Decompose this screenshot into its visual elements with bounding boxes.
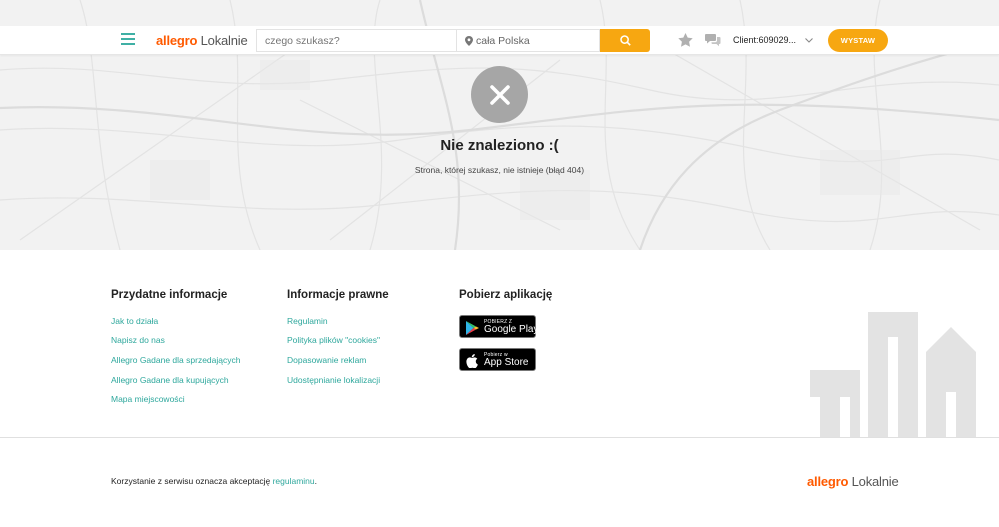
logo-allegro-text: allegro: [156, 33, 198, 48]
star-icon[interactable]: [678, 33, 693, 47]
app-store-big-text: App Store: [484, 357, 529, 368]
footer-link-location-sharing[interactable]: Udostępnianie lokalizacji: [287, 375, 380, 385]
app-store-badge[interactable]: Pobierz w App Store: [459, 348, 536, 371]
location-value: cała Polska: [476, 35, 530, 47]
footer-logo-allegro-text: allegro: [807, 474, 849, 489]
apple-icon: [466, 354, 478, 368]
terms-text: Korzystanie z serwisu oznacza akceptację: [111, 476, 273, 486]
top-navigation-bar: allegro Lokalnie cała Polska Client:6090…: [0, 26, 999, 55]
error-circle: [471, 66, 528, 123]
footer-heading-legal: Informacje prawne: [287, 289, 389, 301]
google-play-badge[interactable]: POBIERZ Z Google Play: [459, 315, 539, 338]
footer-link-places-map[interactable]: Mapa miejscowości: [111, 394, 185, 404]
footer-link-cookies[interactable]: Polityka plików "cookies": [287, 335, 380, 345]
footer-heading-get-app: Pobierz aplikację: [459, 289, 553, 301]
error-subtitle: Strona, której szukasz, nie istnieje (bł…: [414, 165, 585, 175]
wystaw-button[interactable]: WYSTAW: [828, 29, 888, 52]
logo-lokalnie-text: Lokalnie: [200, 33, 248, 48]
chevron-down-icon: [804, 38, 813, 43]
footer-link-gadane-sellers[interactable]: Allegro Gadane dla sprzedających: [111, 355, 240, 365]
error-title: Nie znaleziono :(: [440, 137, 559, 154]
footer-divider: [0, 437, 999, 438]
footer-logo-lokalnie-text: Lokalnie: [851, 474, 899, 489]
footer-allegro-lokalnie-logo[interactable]: allegro Lokalnie: [807, 474, 899, 489]
search-input[interactable]: [256, 29, 456, 52]
client-account-menu[interactable]: Client:609029...: [733, 35, 813, 45]
close-icon: [489, 84, 510, 105]
footer-link-how-it-works[interactable]: Jak to działa: [111, 316, 158, 326]
google-play-icon: [466, 321, 479, 335]
terms-end: .: [314, 476, 318, 486]
search-icon: [619, 35, 631, 46]
terms-link[interactable]: regulaminu: [273, 476, 315, 486]
buildings-illustration: [810, 312, 976, 437]
footer-heading-useful-info: Przydatne informacje: [111, 289, 228, 301]
client-label: Client:609029...: [733, 35, 797, 45]
footer-link-contact[interactable]: Napisz do nas: [111, 335, 165, 345]
menu-icon[interactable]: [121, 33, 135, 45]
location-selector[interactable]: cała Polska: [456, 29, 600, 52]
terms-notice: Korzystanie z serwisu oznacza akceptację…: [111, 476, 317, 486]
footer-link-gadane-buyers[interactable]: Allegro Gadane dla kupujących: [111, 375, 229, 385]
chat-icon[interactable]: [705, 33, 721, 47]
allegro-lokalnie-logo[interactable]: allegro Lokalnie: [156, 33, 248, 48]
location-pin-icon: [465, 36, 473, 46]
google-play-big-text: Google Play: [484, 324, 539, 335]
footer-link-ads[interactable]: Dopasowanie reklam: [287, 355, 366, 365]
search-button[interactable]: [600, 29, 650, 52]
footer-link-terms[interactable]: Regulamin: [287, 316, 328, 326]
